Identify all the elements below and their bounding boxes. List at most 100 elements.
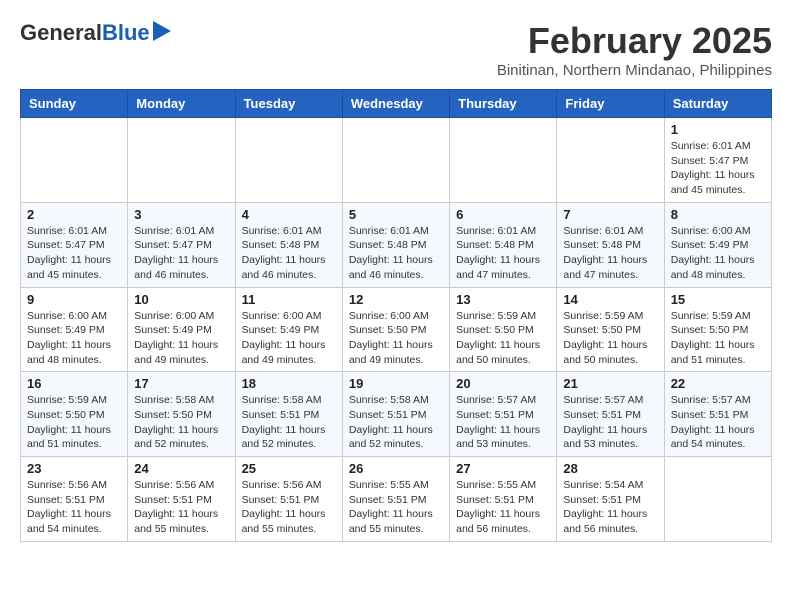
day-number: 12 [349, 292, 443, 307]
day-number: 22 [671, 376, 765, 391]
logo-arrow-icon [153, 21, 171, 41]
calendar-day-cell: 27 Sunrise: 5:55 AM Sunset: 5:51 PM Dayli… [450, 457, 557, 542]
calendar-day-cell: 2 Sunrise: 6:01 AM Sunset: 5:47 PM Daylig… [21, 202, 128, 287]
day-number: 9 [27, 292, 121, 307]
day-info: Sunrise: 5:55 AM Sunset: 5:51 PM Dayligh… [456, 478, 550, 537]
day-number: 20 [456, 376, 550, 391]
calendar-day-cell: 13 Sunrise: 5:59 AM Sunset: 5:50 PM Dayli… [450, 287, 557, 372]
calendar-day-cell: 5 Sunrise: 6:01 AM Sunset: 5:48 PM Daylig… [342, 202, 449, 287]
day-number: 4 [242, 207, 336, 222]
calendar-day-cell [235, 118, 342, 203]
day-info: Sunrise: 5:54 AM Sunset: 5:51 PM Dayligh… [563, 478, 657, 537]
day-info: Sunrise: 6:01 AM Sunset: 5:48 PM Dayligh… [563, 224, 657, 283]
calendar-day-cell: 28 Sunrise: 5:54 AM Sunset: 5:51 PM Dayli… [557, 457, 664, 542]
page-header: General Blue February 2025 Binitinan, No… [20, 20, 772, 79]
calendar-week-row: 23 Sunrise: 5:56 AM Sunset: 5:51 PM Dayli… [21, 457, 772, 542]
day-info: Sunrise: 5:59 AM Sunset: 5:50 PM Dayligh… [563, 309, 657, 368]
calendar-day-cell [21, 118, 128, 203]
calendar-day-header: Sunday [21, 90, 128, 118]
day-info: Sunrise: 5:58 AM Sunset: 5:51 PM Dayligh… [349, 393, 443, 452]
calendar-table: SundayMondayTuesdayWednesdayThursdayFrid… [20, 89, 772, 542]
day-number: 27 [456, 461, 550, 476]
calendar-day-cell: 20 Sunrise: 5:57 AM Sunset: 5:51 PM Dayli… [450, 372, 557, 457]
calendar-day-cell: 14 Sunrise: 5:59 AM Sunset: 5:50 PM Dayli… [557, 287, 664, 372]
logo: General Blue [20, 20, 171, 46]
day-info: Sunrise: 5:57 AM Sunset: 5:51 PM Dayligh… [456, 393, 550, 452]
calendar-day-cell: 26Sunrise: 5:55 AM Sunset: 5:51 PM Dayli… [342, 457, 449, 542]
day-info: Sunrise: 6:01 AM Sunset: 5:48 PM Dayligh… [349, 224, 443, 283]
day-number: 15 [671, 292, 765, 307]
day-number: 16 [27, 376, 121, 391]
day-info: Sunrise: 5:58 AM Sunset: 5:50 PM Dayligh… [134, 393, 228, 452]
day-info: Sunrise: 5:56 AM Sunset: 5:51 PM Dayligh… [134, 478, 228, 537]
day-info: Sunrise: 6:01 AM Sunset: 5:47 PM Dayligh… [671, 139, 765, 198]
day-info: Sunrise: 5:56 AM Sunset: 5:51 PM Dayligh… [27, 478, 121, 537]
title-block: February 2025 Binitinan, Northern Mindan… [497, 20, 772, 79]
day-number: 2 [27, 207, 121, 222]
calendar-week-row: 16 Sunrise: 5:59 AM Sunset: 5:50 PM Dayli… [21, 372, 772, 457]
day-info: Sunrise: 5:59 AM Sunset: 5:50 PM Dayligh… [456, 309, 550, 368]
calendar-day-cell: 25 Sunrise: 5:56 AM Sunset: 5:51 PM Dayli… [235, 457, 342, 542]
calendar-day-cell [128, 118, 235, 203]
day-number: 26 [349, 461, 443, 476]
day-number: 28 [563, 461, 657, 476]
day-number: 1 [671, 122, 765, 137]
day-number: 10 [134, 292, 228, 307]
day-info: Sunrise: 6:01 AM Sunset: 5:47 PM Dayligh… [27, 224, 121, 283]
calendar-day-cell: 6Sunrise: 6:01 AM Sunset: 5:48 PM Daylig… [450, 202, 557, 287]
day-number: 14 [563, 292, 657, 307]
day-info: Sunrise: 6:00 AM Sunset: 5:49 PM Dayligh… [134, 309, 228, 368]
day-number: 23 [27, 461, 121, 476]
day-number: 19 [349, 376, 443, 391]
calendar-day-cell: 18Sunrise: 5:58 AM Sunset: 5:51 PM Dayli… [235, 372, 342, 457]
day-number: 21 [563, 376, 657, 391]
calendar-day-cell: 9 Sunrise: 6:00 AM Sunset: 5:49 PM Daylig… [21, 287, 128, 372]
calendar-day-cell: 19 Sunrise: 5:58 AM Sunset: 5:51 PM Dayli… [342, 372, 449, 457]
calendar-day-cell: 17 Sunrise: 5:58 AM Sunset: 5:50 PM Dayli… [128, 372, 235, 457]
calendar-week-row: 1 Sunrise: 6:01 AM Sunset: 5:47 PM Daylig… [21, 118, 772, 203]
calendar-day-cell: 4 Sunrise: 6:01 AM Sunset: 5:48 PM Daylig… [235, 202, 342, 287]
day-info: Sunrise: 5:59 AM Sunset: 5:50 PM Dayligh… [27, 393, 121, 452]
day-number: 13 [456, 292, 550, 307]
day-info: Sunrise: 5:57 AM Sunset: 5:51 PM Dayligh… [671, 393, 765, 452]
calendar-day-cell: 24 Sunrise: 5:56 AM Sunset: 5:51 PM Dayli… [128, 457, 235, 542]
calendar-day-cell: 8Sunrise: 6:00 AM Sunset: 5:49 PM Daylig… [664, 202, 771, 287]
day-number: 11 [242, 292, 336, 307]
logo-general-text: General [20, 20, 102, 46]
calendar-day-cell: 1 Sunrise: 6:01 AM Sunset: 5:47 PM Daylig… [664, 118, 771, 203]
calendar-day-cell [342, 118, 449, 203]
calendar-day-header: Tuesday [235, 90, 342, 118]
calendar-day-header: Thursday [450, 90, 557, 118]
day-info: Sunrise: 5:57 AM Sunset: 5:51 PM Dayligh… [563, 393, 657, 452]
day-info: Sunrise: 5:56 AM Sunset: 5:51 PM Dayligh… [242, 478, 336, 537]
calendar-day-cell: 7 Sunrise: 6:01 AM Sunset: 5:48 PM Daylig… [557, 202, 664, 287]
calendar-day-cell: 10 Sunrise: 6:00 AM Sunset: 5:49 PM Dayli… [128, 287, 235, 372]
calendar-day-cell [664, 457, 771, 542]
calendar-day-header: Wednesday [342, 90, 449, 118]
calendar-day-cell: 15Sunrise: 5:59 AM Sunset: 5:50 PM Dayli… [664, 287, 771, 372]
day-info: Sunrise: 6:00 AM Sunset: 5:49 PM Dayligh… [27, 309, 121, 368]
day-number: 18 [242, 376, 336, 391]
calendar-day-cell [557, 118, 664, 203]
month-title: February 2025 [497, 20, 772, 62]
day-number: 7 [563, 207, 657, 222]
calendar-day-cell: 22 Sunrise: 5:57 AM Sunset: 5:51 PM Dayli… [664, 372, 771, 457]
day-info: Sunrise: 6:00 AM Sunset: 5:49 PM Dayligh… [242, 309, 336, 368]
day-info: Sunrise: 6:01 AM Sunset: 5:47 PM Dayligh… [134, 224, 228, 283]
day-number: 25 [242, 461, 336, 476]
day-number: 17 [134, 376, 228, 391]
calendar-day-header: Saturday [664, 90, 771, 118]
day-info: Sunrise: 6:01 AM Sunset: 5:48 PM Dayligh… [242, 224, 336, 283]
calendar-week-row: 2 Sunrise: 6:01 AM Sunset: 5:47 PM Daylig… [21, 202, 772, 287]
day-number: 3 [134, 207, 228, 222]
day-number: 24 [134, 461, 228, 476]
calendar-day-cell: 3 Sunrise: 6:01 AM Sunset: 5:47 PM Daylig… [128, 202, 235, 287]
logo-blue-text: Blue [102, 20, 150, 46]
calendar-day-header: Friday [557, 90, 664, 118]
calendar-week-row: 9 Sunrise: 6:00 AM Sunset: 5:49 PM Daylig… [21, 287, 772, 372]
day-number: 8 [671, 207, 765, 222]
calendar-day-cell: 11 Sunrise: 6:00 AM Sunset: 5:49 PM Dayli… [235, 287, 342, 372]
calendar-header-row: SundayMondayTuesdayWednesdayThursdayFrid… [21, 90, 772, 118]
day-number: 5 [349, 207, 443, 222]
calendar-day-header: Monday [128, 90, 235, 118]
